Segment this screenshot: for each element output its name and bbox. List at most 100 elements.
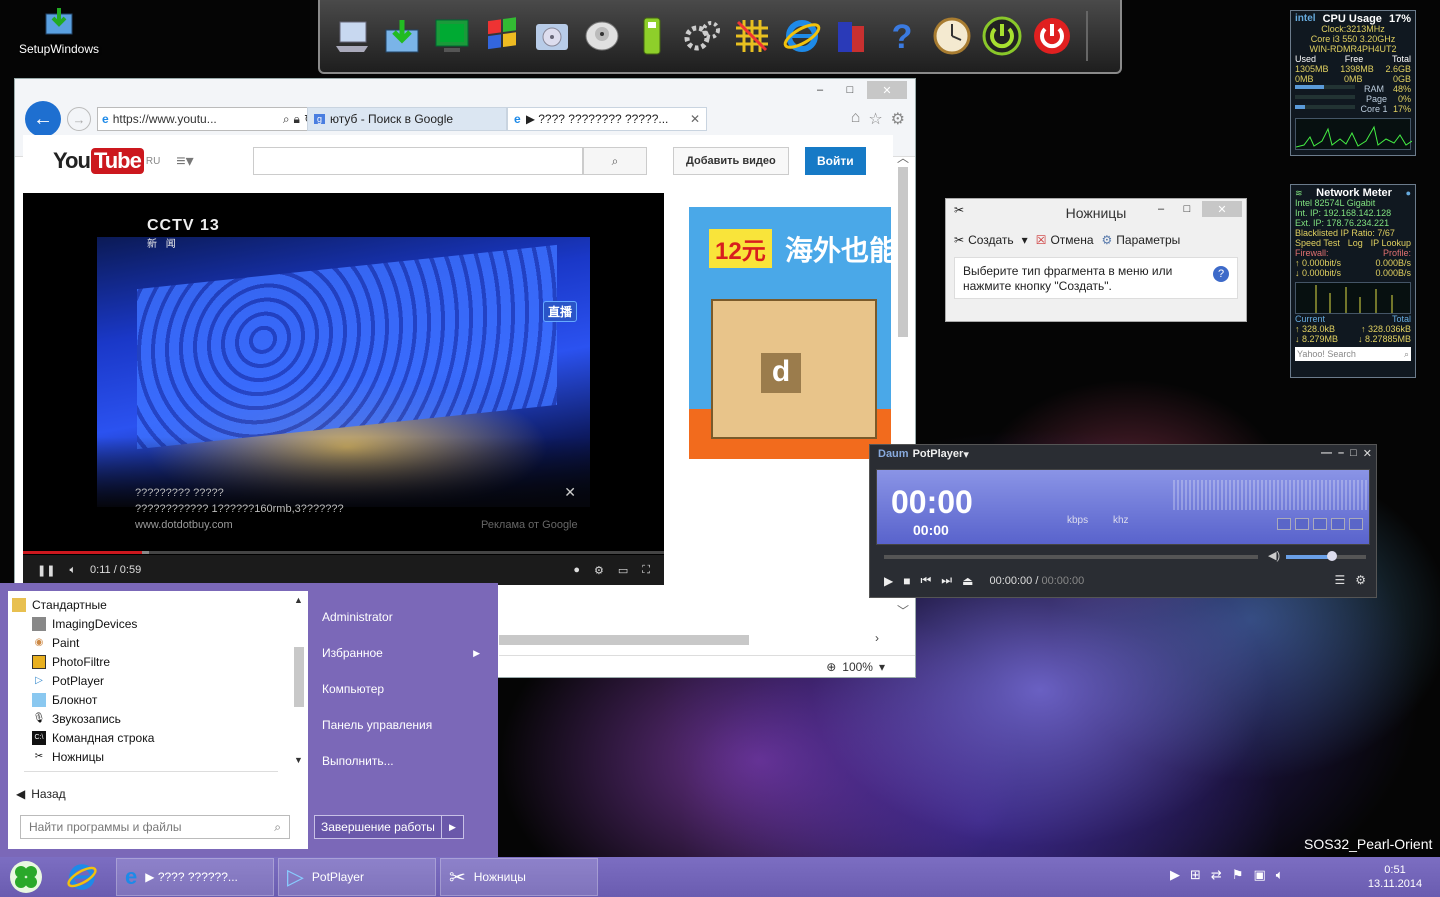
help-icon[interactable]: ?	[1213, 266, 1229, 282]
theater-mode-icon[interactable]: ▭	[618, 564, 628, 577]
disk-icon[interactable]	[530, 12, 574, 60]
start-search-input[interactable]: Найти программы и файлы ⌕	[20, 815, 290, 839]
ie-icon[interactable]	[780, 12, 824, 60]
pause-icon[interactable]: ❚❚	[37, 564, 55, 577]
search-icon[interactable]: ⌕	[1404, 349, 1409, 359]
gear-icon[interactable]: ⚙	[891, 109, 905, 129]
address-bar[interactable]: e https://www.youtu... ⌕ 🔒︎ ↻	[97, 107, 319, 131]
maximize-button[interactable]: □	[837, 81, 863, 99]
program-potplayer[interactable]: ▷ PotPlayer	[8, 671, 292, 690]
log-link[interactable]: Log	[1348, 238, 1363, 248]
speed-test-link[interactable]: Speed Test	[1295, 238, 1340, 248]
usb-tray-icon[interactable]: ⇄	[1211, 867, 1222, 883]
scroll-right-icon[interactable]: ›	[875, 631, 879, 645]
video-player[interactable]: 直播 ✕ CCTV 13 新 闻 ????????? ????? ???????…	[23, 193, 664, 585]
action-center-icon[interactable]: ⚑	[1232, 867, 1244, 883]
forward-button[interactable]: →	[67, 107, 91, 131]
next-icon[interactable]: ⏭︎	[941, 573, 952, 588]
desktop-icon-setupwindows[interactable]: SetupWindows	[14, 6, 104, 56]
pot-seek-bar[interactable]	[884, 555, 1258, 559]
side-advertisement[interactable]: 12元 海外也能 d	[689, 207, 891, 459]
program-photofiltre[interactable]: PhotoFiltre	[8, 652, 292, 671]
volume-icon[interactable]: 🔈︎	[69, 564, 76, 577]
youtube-search-input[interactable]	[253, 147, 583, 175]
tab-google-search[interactable]: g ютуб - Поиск в Google	[307, 107, 507, 131]
start-item-favorites[interactable]: Избранное ▶	[322, 635, 492, 671]
shuffle-button[interactable]	[1349, 518, 1363, 530]
fullscreen-icon[interactable]: ⛶	[642, 564, 650, 577]
start-button[interactable]	[4, 859, 48, 895]
network-status-icon[interactable]: ▣	[1253, 867, 1265, 883]
pot-title[interactable]: PotPlayer	[913, 448, 964, 460]
repeat-button[interactable]	[1295, 518, 1309, 530]
maximize-button[interactable]: □	[1350, 447, 1357, 460]
power-green-icon[interactable]	[980, 12, 1024, 60]
video-ad-overlay[interactable]: ????????? ????? ???????????? 1??????160r…	[135, 485, 344, 533]
capture-button[interactable]	[1331, 518, 1345, 530]
cancel-button[interactable]: ☒ Отмена	[1036, 233, 1094, 247]
play-icon[interactable]: ▶	[884, 574, 893, 588]
gears-icon[interactable]	[680, 12, 724, 60]
chevron-down-icon[interactable]: ▾	[1022, 233, 1028, 247]
monitor-icon[interactable]	[430, 12, 474, 60]
minimize-button[interactable]: –	[807, 81, 833, 99]
ad-url[interactable]: www.dotdotbuy.com	[135, 517, 344, 533]
pot-display[interactable]: 00:00 00:00 kbps khz	[876, 469, 1370, 545]
gear-icon[interactable]: ⚙	[1355, 573, 1366, 587]
scroll-up-icon[interactable]: ︿	[895, 149, 911, 166]
taskbar-snip-button[interactable]: ✂ Ножницы	[440, 858, 598, 896]
ip-lookup-link[interactable]: IP Lookup	[1371, 238, 1411, 248]
ad-close-icon[interactable]: ✕	[564, 484, 576, 501]
video-frame[interactable]: 直播 ✕	[97, 237, 590, 507]
program-notepad[interactable]: Блокнот	[8, 690, 292, 709]
program-list-scrollbar[interactable]: ▲ ▼	[292, 595, 306, 765]
chevron-down-icon[interactable]: ▾	[963, 448, 969, 461]
program-paint[interactable]: ◉ Paint	[8, 633, 292, 652]
taskbar-ie-pinned[interactable]	[60, 859, 104, 895]
maximize-button[interactable]: □	[1176, 201, 1198, 217]
download-icon[interactable]	[380, 12, 424, 60]
search-icon[interactable]: ⌕	[283, 112, 290, 127]
power-red-icon[interactable]	[1030, 12, 1074, 60]
clock-icon[interactable]	[930, 12, 974, 60]
scroll-down-icon[interactable]: ﹀	[895, 602, 911, 619]
playlist-icon[interactable]: ☰	[1334, 573, 1345, 587]
back-button[interactable]: ◀ Назад	[16, 787, 66, 801]
zoom-dropdown-icon[interactable]: ▾	[879, 660, 885, 674]
volume-icon[interactable]: 🔈︎	[1276, 867, 1284, 883]
scroll-thumb[interactable]	[294, 647, 304, 707]
tab-youtube[interactable]: e ▶ ???? ???????? ?????... ✕	[507, 107, 707, 131]
close-button[interactable]: ✕	[1202, 201, 1242, 217]
favorites-icon[interactable]: ☆	[868, 109, 882, 129]
start-item-control-panel[interactable]: Панель управления	[322, 707, 492, 743]
hscroll-thumb[interactable]	[499, 635, 749, 645]
program-command-prompt[interactable]: C:\ Командная строка	[8, 728, 292, 747]
scroll-thumb[interactable]	[898, 167, 908, 337]
program-folder-standard[interactable]: Стандартные	[8, 595, 292, 614]
network-tray-icon[interactable]: ⊞	[1190, 867, 1201, 883]
shutdown-options-icon[interactable]: ▶	[441, 815, 464, 839]
scroll-down-icon[interactable]: ▼	[294, 755, 303, 765]
speaker-icon[interactable]: ◀)	[1268, 549, 1280, 562]
minimize-button[interactable]: –	[1150, 201, 1172, 217]
options-button[interactable]: ⚙ Параметры	[1102, 233, 1181, 247]
program-sound-recorder[interactable]: 🎙︎ Звукозапись	[8, 709, 292, 728]
taskbar-potplayer-button[interactable]: ▷ PotPlayer	[278, 858, 436, 896]
potplayer-tray-icon[interactable]: ▶	[1170, 867, 1180, 883]
gear-icon[interactable]: ⚙	[594, 564, 604, 577]
help-icon[interactable]: ?	[880, 12, 924, 60]
a-button[interactable]	[1277, 518, 1291, 530]
zoom-level[interactable]: 100%	[842, 660, 873, 674]
create-button[interactable]: ✂ Создать	[954, 233, 1014, 247]
program-snipping-tool[interactable]: ✂ Ножницы	[8, 747, 292, 766]
stop-icon[interactable]: ■	[903, 574, 910, 588]
home-icon[interactable]: ⌂	[851, 109, 861, 129]
program-imagingdevices[interactable]: ImagingDevices	[8, 614, 292, 633]
back-button[interactable]: ←	[25, 101, 61, 137]
video-progress-bar[interactable]	[23, 551, 664, 554]
close-button[interactable]: ✕	[867, 81, 907, 99]
upload-video-button[interactable]: Добавить видео	[673, 147, 789, 175]
lock-icon[interactable]: 🔒︎	[294, 112, 300, 127]
youtube-logo[interactable]: You Tube RU	[53, 148, 160, 174]
laptop-icon[interactable]	[330, 12, 374, 60]
